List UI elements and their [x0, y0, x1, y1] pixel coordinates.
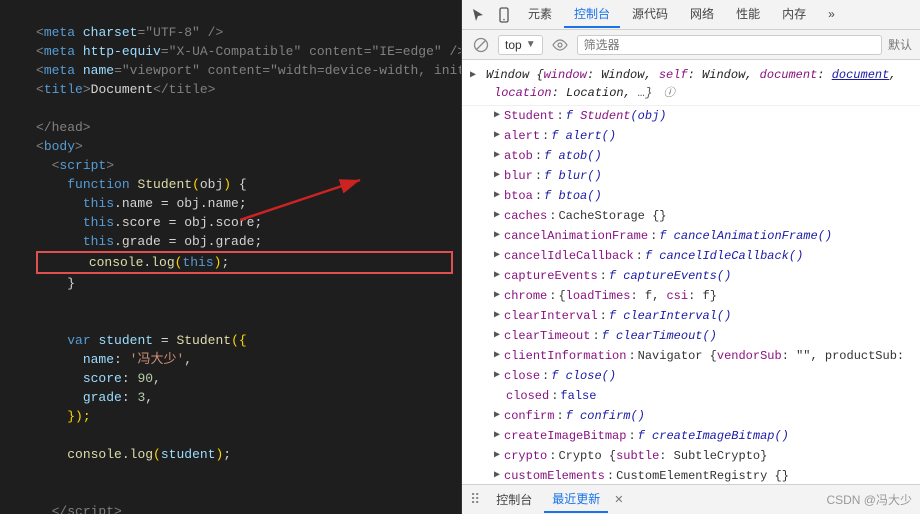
- tab-console[interactable]: 控制台: [564, 1, 620, 28]
- expand-arrow[interactable]: ▶: [470, 67, 476, 85]
- prop-caches[interactable]: ▶ caches: CacheStorage {}: [462, 206, 920, 226]
- prop-atob[interactable]: ▶ atob: f atob(): [462, 146, 920, 166]
- prop-btoa[interactable]: ▶ btoa: f btoa(): [462, 186, 920, 206]
- code-line: name: '冯大少',: [0, 350, 461, 369]
- prop-alert[interactable]: ▶ alert: f alert(): [462, 126, 920, 146]
- filter-input[interactable]: [577, 35, 882, 55]
- tab-elements[interactable]: 元素: [518, 1, 562, 28]
- code-editor: <meta charset="UTF-8" /> <meta http-equi…: [0, 0, 462, 514]
- prop-close[interactable]: ▶ close: f close(): [462, 366, 920, 386]
- prop-cancelAnimationFrame[interactable]: ▶ cancelAnimationFrame: f cancelAnimatio…: [462, 226, 920, 246]
- code-line: this.name = obj.name;: [0, 194, 461, 213]
- prop-Student[interactable]: ▶ Student: f Student(obj): [462, 106, 920, 126]
- code-line: score: 90,: [0, 369, 461, 388]
- code-line: <meta name="viewport" content="width=dev…: [0, 61, 461, 80]
- watermark: CSDN @冯大少: [826, 491, 912, 508]
- tab-more[interactable]: »: [818, 3, 845, 27]
- code-line: </script>: [0, 502, 461, 514]
- prop-customElements[interactable]: ▶ customElements: CustomElementRegistry …: [462, 466, 920, 484]
- prop-confirm[interactable]: ▶ confirm: f confirm(): [462, 406, 920, 426]
- info-icon: ⓘ: [664, 88, 675, 100]
- console-output: ▶ Window {window: Window, self: Window, …: [462, 60, 920, 484]
- mobile-icon[interactable]: [492, 3, 516, 27]
- bottom-tab-recent[interactable]: 最近更新: [544, 486, 608, 513]
- console-bottom-tabs: ⠿ 控制台 最近更新 ✕ CSDN @冯大少: [462, 484, 920, 514]
- code-line: [0, 464, 461, 483]
- code-line: <title>Document</title>: [0, 80, 461, 99]
- code-line: function Student(obj) {: [0, 175, 461, 194]
- code-line: console.log(student);: [0, 445, 461, 464]
- eye-icon[interactable]: [549, 34, 571, 56]
- devtools-tab-bar: 元素 控制台 源代码 网络 性能 内存 »: [462, 0, 920, 30]
- code-line: [0, 293, 461, 312]
- prop-blur[interactable]: ▶ blur: f blur(): [462, 166, 920, 186]
- tab-memory[interactable]: 内存: [772, 1, 816, 28]
- code-line: </head>: [0, 118, 461, 137]
- tab-sources[interactable]: 源代码: [622, 1, 678, 28]
- bottom-tab-console[interactable]: 控制台: [488, 487, 540, 512]
- context-selector[interactable]: top ▼: [498, 35, 543, 55]
- context-dropdown-arrow: ▼: [526, 39, 536, 50]
- drag-handle[interactable]: ⠿: [470, 491, 480, 508]
- default-label: 默认: [888, 36, 912, 53]
- code-line: [0, 312, 461, 331]
- prop-clearTimeout[interactable]: ▶ clearTimeout: f clearTimeout(): [462, 326, 920, 346]
- code-line: this.grade = obj.grade;: [0, 232, 461, 251]
- code-line: grade: 3,: [0, 388, 461, 407]
- prop-crypto[interactable]: ▶ crypto: Crypto {subtle: SubtleCrypto}: [462, 446, 920, 466]
- prop-createImageBitmap[interactable]: ▶ createImageBitmap: f createImageBitmap…: [462, 426, 920, 446]
- code-line: }: [0, 274, 461, 293]
- code-line: <meta http-equiv="X-UA-Compatible" conte…: [0, 42, 461, 61]
- code-line: [0, 483, 461, 502]
- prop-clearInterval[interactable]: ▶ clearInterval: f clearInterval(): [462, 306, 920, 326]
- code-line: <script>: [0, 156, 461, 175]
- code-line: [0, 4, 461, 23]
- context-value: top: [505, 38, 522, 52]
- prop-clientInformation[interactable]: ▶ clientInformation: Navigator {vendorSu…: [462, 346, 920, 366]
- highlighted-line: console.log(this);: [0, 251, 461, 274]
- prop-closed: closed: false: [462, 386, 920, 406]
- code-line: var student = Student({: [0, 331, 461, 350]
- code-line: [0, 426, 461, 445]
- devtools-panel: 元素 控制台 源代码 网络 性能 内存 » top ▼ 默认: [462, 0, 920, 514]
- prop-captureEvents[interactable]: ▶ captureEvents: f captureEvents(): [462, 266, 920, 286]
- code-line: this.score = obj.score;: [0, 213, 461, 232]
- prop-cancelIdleCallback[interactable]: ▶ cancelIdleCallback: f cancelIdleCallba…: [462, 246, 920, 266]
- code-line: [0, 99, 461, 118]
- console-entry-window[interactable]: ▶ Window {window: Window, self: Window, …: [462, 64, 920, 106]
- close-tab-icon[interactable]: ✕: [614, 493, 623, 506]
- cursor-icon[interactable]: [466, 3, 490, 27]
- code-line: });: [0, 407, 461, 426]
- code-line: <meta charset="UTF-8" />: [0, 23, 461, 42]
- tab-network[interactable]: 网络: [680, 1, 724, 28]
- tab-performance[interactable]: 性能: [726, 1, 770, 28]
- console-toolbar: top ▼ 默认: [462, 30, 920, 60]
- code-line: <body>: [0, 137, 461, 156]
- block-icon[interactable]: [470, 34, 492, 56]
- prop-chrome[interactable]: ▶ chrome: {loadTimes: f, csi: f}: [462, 286, 920, 306]
